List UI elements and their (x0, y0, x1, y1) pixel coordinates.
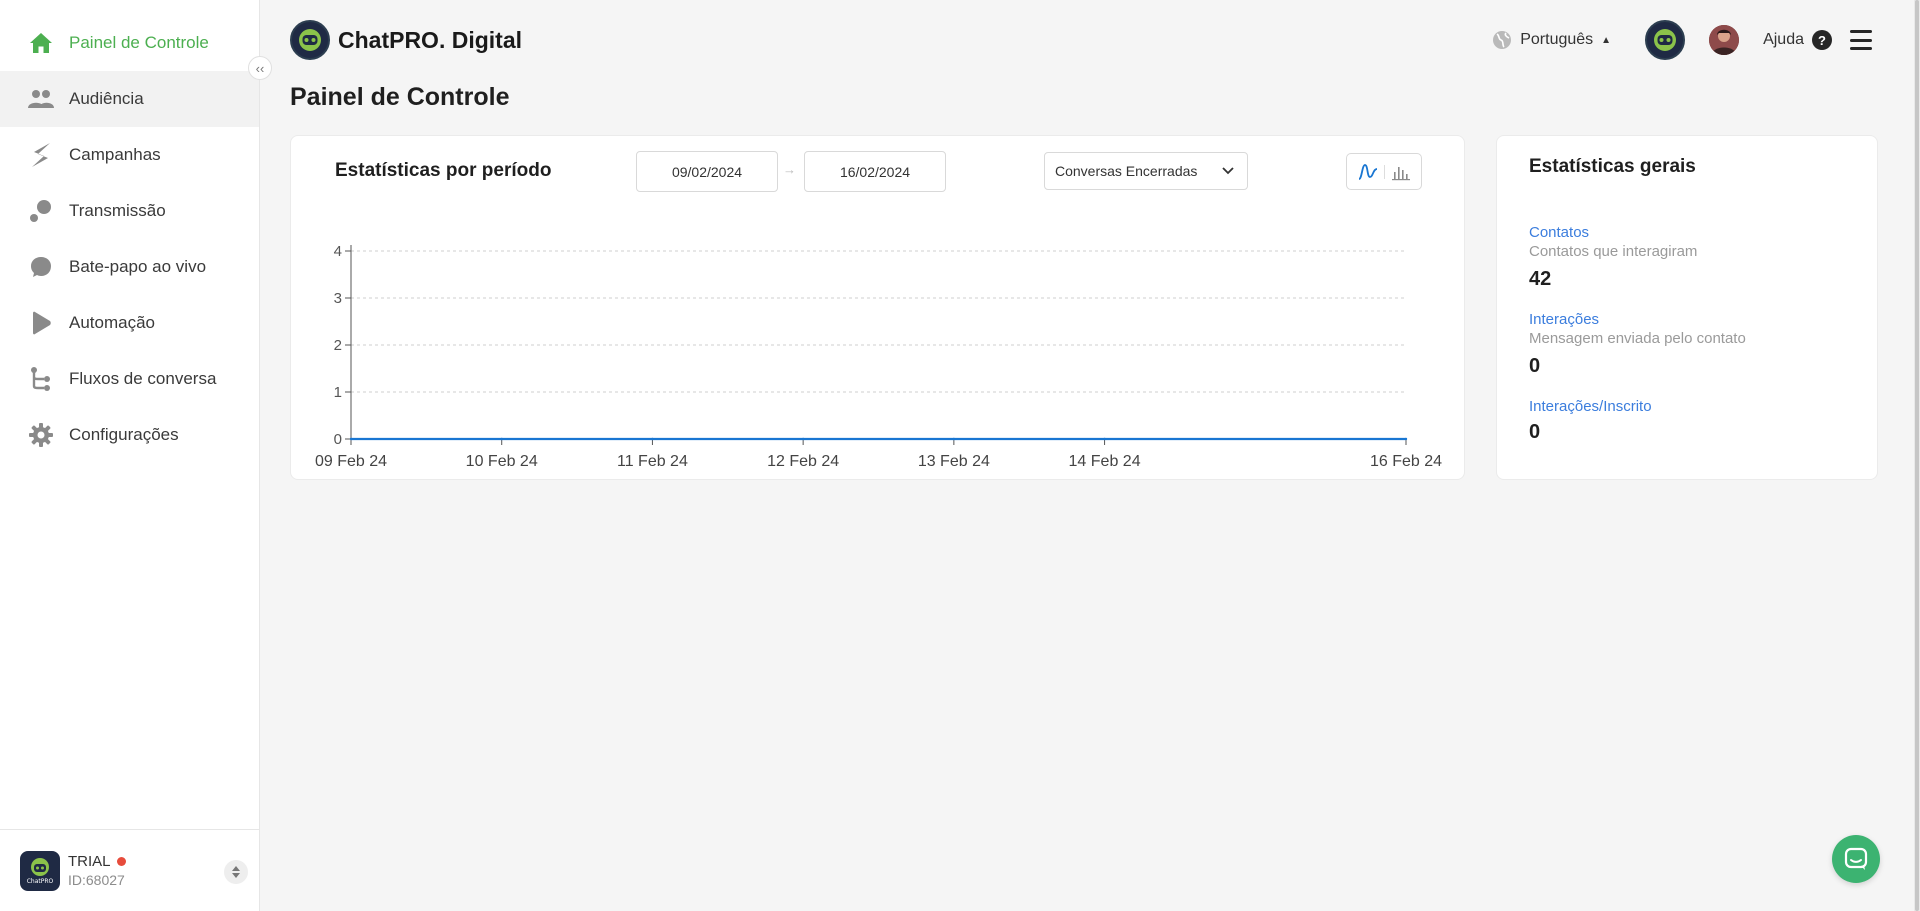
sidebar-item-audiencia[interactable]: Audiência (0, 71, 259, 127)
stat-value: 0 (1529, 421, 1541, 443)
sidebar-item-label: Audiência (69, 89, 144, 108)
chat-icon (28, 254, 54, 280)
question-icon: ? (1812, 30, 1832, 50)
x-tick-label: 13 Feb 24 (918, 453, 990, 470)
x-tick-label: 14 Feb 24 (1069, 453, 1141, 470)
sidebar-item-fluxos[interactable]: Fluxos de conversa (0, 351, 259, 407)
language-select[interactable]: Português ▲ (1492, 30, 1611, 50)
bot-icon (1654, 29, 1677, 51)
stat-value: 0 (1529, 355, 1541, 377)
sidebar-item-configuracoes[interactable]: Configurações (0, 407, 259, 463)
general-stats-card: Estatísticas gerais Contatos Contatos qu… (1496, 135, 1878, 480)
period-chart: 0 1 2 3 4 09 Feb 24 10 Feb 24 11 Feb 24 12 Feb 2… (315, 243, 1442, 470)
x-tick-label: 16 Feb 24 (1370, 453, 1442, 470)
automation-icon (28, 310, 54, 336)
users-icon (28, 86, 54, 112)
stat-interacoes: Interações Mensagem enviada pelo contato… (1529, 311, 1746, 378)
chat-bubble-icon (1844, 847, 1868, 870)
sidebar-item-label: Configurações (69, 425, 179, 444)
stat-interacoes-inscrito: Interações/Inscrito 0 (1529, 398, 1652, 444)
sidebar-item-transmissao[interactable]: Transmissão (0, 183, 259, 239)
stat-label[interactable]: Contatos (1529, 224, 1697, 241)
hamburger-menu-button[interactable] (1850, 30, 1872, 50)
switch-account-button[interactable] (224, 860, 248, 884)
x-tick-label: 10 Feb 24 (466, 453, 538, 470)
y-tick-label: 0 (334, 431, 342, 448)
account-info: TRIAL ID:68027 (68, 853, 126, 888)
sidebar-item-label: Automação (69, 313, 155, 332)
bot-avatar[interactable] (1645, 20, 1686, 60)
sidebar-item-bate-papo[interactable]: Bate-papo ao vivo (0, 239, 259, 295)
sidebar-item-label: Fluxos de conversa (69, 369, 217, 388)
sidebar-item-label: Painel de Controle (69, 33, 209, 52)
scrollbar-thumb[interactable] (1915, 0, 1919, 911)
sidebar-item-label: Transmissão (69, 201, 166, 220)
language-label: Português (1520, 31, 1594, 48)
menu-bar (1850, 47, 1872, 50)
y-tick-label: 1 (334, 384, 342, 401)
stat-description: Mensagem enviada pelo contato (1529, 330, 1746, 347)
brand[interactable]: ChatPRO. Digital (290, 20, 522, 60)
menu-bar (1850, 38, 1872, 42)
account-switcher[interactable]: ChatPRO TRIAL ID:68027 (0, 829, 260, 911)
help-label: Ajuda (1763, 31, 1804, 48)
bot-icon (299, 29, 321, 51)
campaign-icon (28, 142, 54, 168)
menu-bar (1850, 30, 1872, 33)
general-stats-title: Estatísticas gerais (1529, 156, 1696, 177)
status-dot (116, 857, 126, 866)
double-chevron-left-icon: ‹‹ (255, 60, 265, 76)
sidebar-item-campanhas[interactable]: Campanhas (0, 127, 259, 183)
data-point (500, 437, 503, 441)
support-chat-button[interactable] (1832, 835, 1880, 883)
stat-description: Contatos que interagiram (1529, 243, 1698, 260)
header-actions: Português ▲ Ajuda ? (1492, 20, 1872, 60)
x-tick-label: 09 Feb 24 (315, 453, 387, 470)
globe-icon (1493, 31, 1512, 49)
help-link[interactable]: Ajuda ? (1763, 30, 1832, 50)
caret-up-icon: ▲ (1601, 34, 1612, 46)
home-icon (28, 30, 54, 56)
y-tick-label: 3 (334, 290, 342, 307)
data-point (801, 437, 805, 441)
account-id: ID:68027 (68, 872, 125, 888)
gear-icon (28, 422, 54, 448)
page-title: Painel de Controle (290, 83, 510, 111)
user-avatar[interactable] (1709, 25, 1740, 55)
brand-logo (290, 20, 330, 60)
sidebar-nav: Painel de Controle Audiência Campanhas T… (0, 15, 259, 463)
up-down-icon (232, 866, 240, 878)
x-tick-label: 11 Feb 24 (617, 453, 688, 470)
y-tick-label: 2 (334, 337, 342, 354)
sidebar-item-label: Bate-papo ao vivo (69, 257, 207, 276)
brand-name: ChatPRO. Digital (338, 26, 523, 53)
data-point (349, 437, 353, 441)
broadcast-icon (28, 198, 54, 224)
sidebar-item-automacao[interactable]: Automação (0, 295, 259, 351)
data-point (1103, 437, 1106, 441)
x-tick-label: 12 Feb 24 (767, 453, 839, 470)
svg-text:ChatPRO: ChatPRO (27, 878, 54, 885)
y-tick-label: 4 (334, 243, 342, 260)
sidebar: Painel de Controle Audiência Campanhas T… (0, 0, 260, 911)
data-point (651, 437, 654, 441)
stat-label[interactable]: Interações/Inscrito (1529, 398, 1652, 415)
stat-value: 42 (1529, 268, 1552, 290)
period-stats-card: Estatísticas por período 09/02/2024 → 16… (290, 135, 1465, 480)
sidebar-item-painel[interactable]: Painel de Controle (0, 15, 259, 71)
data-point (952, 437, 956, 441)
flow-icon (28, 366, 54, 392)
sidebar-item-label: Campanhas (69, 145, 161, 164)
stat-label[interactable]: Interações (1529, 311, 1746, 328)
stat-contatos: Contatos Contatos que interagiram 42 (1529, 224, 1697, 291)
account-plan-label: TRIAL (68, 853, 111, 870)
collapse-sidebar-button[interactable]: ‹‹ (248, 56, 272, 80)
account-plan: TRIAL (68, 853, 126, 870)
account-logo: ChatPRO (20, 850, 60, 891)
data-point (1404, 437, 1408, 441)
page-scrollbar[interactable] (1914, 0, 1920, 911)
